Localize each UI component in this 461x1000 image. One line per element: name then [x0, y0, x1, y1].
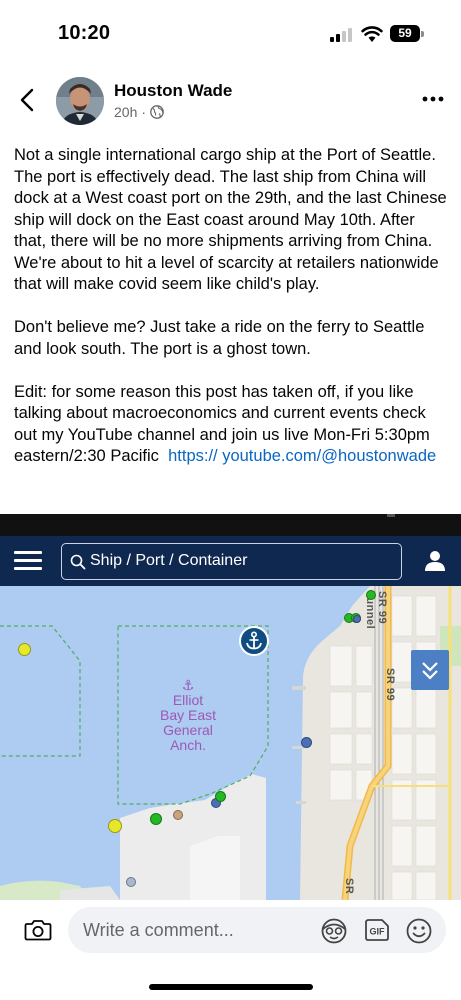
camera-icon[interactable] — [24, 917, 52, 943]
search-icon — [70, 554, 86, 570]
author-avatar[interactable] — [56, 77, 104, 125]
battery-indicator: 59 — [390, 25, 420, 42]
vessel-marker[interactable] — [301, 737, 312, 748]
post-text: Not a single international cargo ship at… — [14, 145, 450, 489]
vessel-marker[interactable] — [366, 590, 376, 600]
svg-text:GIF: GIF — [370, 927, 386, 937]
post-image[interactable]: Ship / Port / Container SR 99 Tunnel SR … — [0, 514, 461, 900]
status-bar: 10:20 59 — [0, 0, 461, 62]
vessel-marker[interactable] — [108, 819, 122, 833]
street-label-tunnel: SR 99 Tunnel — [364, 591, 388, 630]
double-chevron-down-icon — [422, 662, 438, 680]
post-header: Houston Wade 20h · — [0, 70, 461, 132]
hamburger-menu-icon[interactable] — [14, 549, 42, 573]
collapse-layers-button[interactable] — [411, 650, 449, 690]
vessel-marker[interactable] — [353, 615, 361, 623]
post-paragraph: Not a single international cargo ship at… — [14, 146, 447, 293]
port-anchor-marker-icon[interactable] — [239, 626, 269, 656]
home-indicator — [149, 984, 313, 990]
anchorage-label-line: Anch. — [170, 737, 206, 753]
back-chevron-icon[interactable] — [16, 86, 40, 114]
vessel-marker[interactable] — [18, 643, 31, 656]
author-name[interactable]: Houston Wade — [114, 81, 232, 101]
vessel-marker[interactable] — [173, 810, 183, 820]
cellular-signal-icon — [330, 28, 354, 42]
comment-bar: Write a comment... GIF — [0, 900, 461, 1000]
status-time: 10:20 — [58, 22, 111, 44]
post-time[interactable]: 20h — [114, 104, 137, 120]
vessel-marker[interactable] — [215, 791, 226, 802]
anchorage-label-line: Bay East — [159, 707, 217, 723]
post-meta: 20h · — [114, 104, 164, 120]
comment-placeholder: Write a comment... — [83, 920, 234, 940]
wifi-icon — [361, 26, 383, 42]
post-edit-paragraph: Edit: for some reason this post has take… — [14, 382, 450, 468]
search-placeholder: Ship / Port / Container — [90, 552, 248, 569]
anchorage-label-line: Elliot — [172, 692, 204, 708]
comment-input[interactable]: Write a comment... GIF — [68, 907, 446, 953]
anchor-icon: ⚓ — [181, 677, 195, 693]
anchorage-label: ⚓ Elliot Bay East General Anch. — [145, 678, 231, 753]
globe-icon — [150, 105, 164, 119]
more-options-icon[interactable] — [420, 86, 446, 112]
tracker-navbar: Ship / Port / Container — [0, 536, 461, 586]
image-top-strip — [0, 514, 461, 536]
emoji-icon[interactable] — [405, 917, 433, 945]
avatar-sticker-icon[interactable] — [320, 917, 348, 945]
gif-icon[interactable]: GIF — [364, 918, 390, 942]
user-account-icon[interactable] — [422, 548, 448, 574]
anchor-icon — [246, 631, 262, 650]
ship-search-input[interactable]: Ship / Port / Container — [61, 543, 402, 580]
anchorage-label-line: General — [163, 722, 213, 738]
map-view[interactable]: SR 99 Tunnel SR 99 SR ⚓ Elliot Bay East … — [0, 586, 461, 900]
avatar-portrait-icon — [56, 77, 104, 125]
meta-separator: · — [141, 104, 147, 120]
vessel-marker[interactable] — [126, 877, 136, 887]
street-label-sr: SR — [343, 878, 355, 895]
vessel-marker[interactable] — [150, 813, 162, 825]
post-paragraph: Don't believe me? Just take a ride on th… — [14, 318, 425, 358]
street-label-sr99: SR 99 — [384, 668, 396, 702]
youtube-link[interactable]: https:// youtube.com/@houstonwade — [168, 447, 436, 465]
battery-tip — [421, 31, 424, 37]
